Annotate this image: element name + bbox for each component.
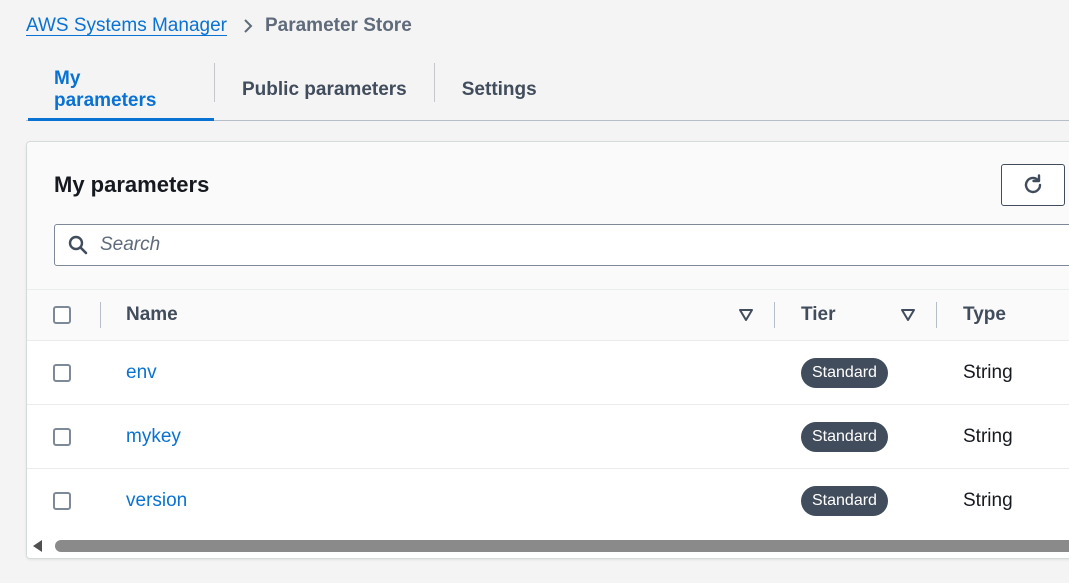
tab-public-parameters[interactable]: Public parameters bbox=[215, 60, 434, 120]
search-icon bbox=[67, 234, 89, 256]
table-row: mykey Standard String bbox=[27, 405, 1069, 469]
parameters-panel: My parameters Name bbox=[26, 141, 1069, 559]
column-header-tier[interactable]: Tier bbox=[801, 290, 836, 340]
breadcrumb: AWS Systems Manager Parameter Store bbox=[26, 13, 412, 39]
search-input[interactable] bbox=[98, 233, 1002, 257]
search-box[interactable] bbox=[54, 224, 1069, 266]
table-row: env Standard String bbox=[27, 341, 1069, 405]
parameter-type: String bbox=[963, 362, 1013, 383]
parameter-type: String bbox=[963, 426, 1013, 447]
chevron-right-icon bbox=[243, 18, 253, 34]
parameter-name-link[interactable]: mykey bbox=[126, 405, 181, 469]
column-header-name[interactable]: Name bbox=[126, 290, 178, 340]
column-divider bbox=[100, 302, 101, 328]
tier-badge: Standard bbox=[801, 422, 888, 452]
tab-my-parameters[interactable]: My parameters bbox=[26, 60, 214, 121]
select-all-checkbox[interactable] bbox=[53, 306, 71, 324]
tier-badge: Standard bbox=[801, 358, 888, 388]
refresh-button[interactable] bbox=[1001, 164, 1065, 206]
column-divider[interactable] bbox=[774, 302, 775, 328]
panel-title: My parameters bbox=[54, 172, 210, 197]
scrollbar-thumb[interactable] bbox=[55, 540, 1069, 552]
sort-down-icon[interactable] bbox=[900, 307, 916, 323]
scroll-left-arrow-icon[interactable] bbox=[33, 540, 42, 552]
row-checkbox[interactable] bbox=[53, 364, 71, 382]
sort-down-icon[interactable] bbox=[738, 307, 754, 323]
parameter-type: String bbox=[963, 490, 1013, 511]
column-divider[interactable] bbox=[936, 302, 937, 328]
panel-header: My parameters bbox=[27, 142, 1069, 289]
parameter-name-link[interactable]: version bbox=[126, 469, 187, 533]
horizontal-scrollbar[interactable] bbox=[27, 536, 1069, 558]
table-row: version Standard String bbox=[27, 469, 1069, 533]
parameter-store-page: AWS Systems Manager Parameter Store My p… bbox=[0, 0, 1069, 583]
tab-bar: My parameters Public parameters Settings bbox=[26, 60, 1069, 121]
table-header: Name Tier Type bbox=[27, 289, 1069, 341]
tier-badge: Standard bbox=[801, 486, 888, 516]
column-header-type[interactable]: Type bbox=[963, 290, 1006, 340]
breadcrumb-systems-manager-link[interactable]: AWS Systems Manager bbox=[26, 15, 227, 37]
parameter-name-link[interactable]: env bbox=[126, 341, 157, 405]
row-checkbox[interactable] bbox=[53, 492, 71, 510]
breadcrumb-current: Parameter Store bbox=[264, 15, 412, 36]
row-checkbox[interactable] bbox=[53, 428, 71, 446]
refresh-icon bbox=[1024, 174, 1042, 194]
tab-settings[interactable]: Settings bbox=[435, 60, 564, 120]
